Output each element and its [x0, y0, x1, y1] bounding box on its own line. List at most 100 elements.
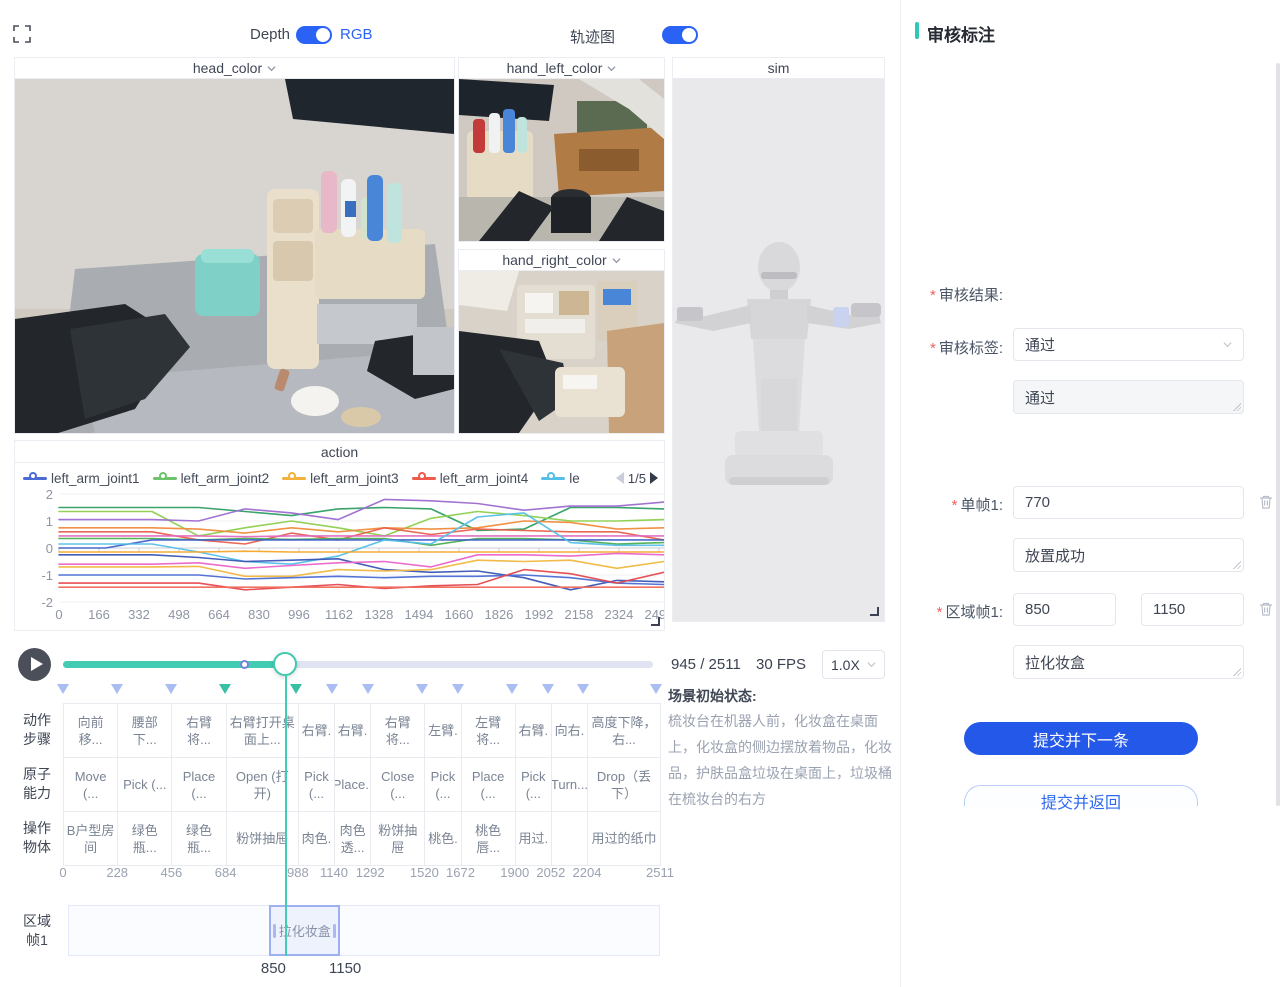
legend-item-left_arm_joint2[interactable]: left_arm_joint2	[153, 471, 270, 486]
scene-initial-state-desc: 梳妆台在机器人前，化妆盒在桌面上，化妆盒的侧边摆放着物品，化妆品，护肤品盒垃圾在…	[668, 708, 898, 812]
legend-marker-icon	[412, 473, 436, 483]
play-button[interactable]	[18, 648, 51, 681]
timeline-cell-object[interactable]: 粉饼抽屉	[226, 811, 299, 866]
timeline-cell-skill[interactable]: Turn...	[551, 757, 588, 812]
timeline-cell-skill[interactable]: Pick (...	[515, 757, 552, 812]
hand-left-camera-selector[interactable]: hand_left_color	[459, 58, 664, 79]
chart-plot-area[interactable]: 210-1-2016633249866483099611621328149416…	[15, 489, 665, 631]
timeline-cell-object[interactable]: 桃色.	[424, 811, 461, 866]
review-tag-select[interactable]: 通过	[1013, 328, 1244, 361]
resize-grip-icon[interactable]	[1233, 561, 1241, 569]
timeline-cell-skill[interactable]: Open (打开)	[226, 757, 299, 812]
segment-marker[interactable]	[452, 684, 464, 694]
playback-slider[interactable]	[63, 661, 653, 668]
timeline-cell-step[interactable]: 高度下降，右...	[587, 703, 661, 758]
timeline-axis-tick: 1672	[446, 865, 475, 880]
submit-back-button[interactable]: 提交并返回	[964, 785, 1198, 806]
single-frame-desc[interactable]: 放置成功	[1013, 538, 1244, 572]
timeline-cell-skill[interactable]: Pick (...	[117, 757, 172, 812]
sim-robot-view	[673, 79, 884, 621]
segment-marker[interactable]	[219, 684, 231, 694]
timeline-cell-skill[interactable]: Place (...	[461, 757, 516, 812]
x-axis-tick: 830	[248, 607, 270, 622]
slider-handle[interactable]	[273, 652, 297, 676]
timeline-cell-step[interactable]: 腰部下...	[117, 703, 172, 758]
region-left-handle[interactable]	[273, 924, 276, 938]
segment-marker[interactable]	[326, 684, 338, 694]
hand-right-camera-image	[459, 271, 664, 433]
timeline-cell-skill[interactable]: Place..	[334, 757, 371, 812]
legend-next-icon[interactable]	[650, 472, 658, 484]
timeline-cell-object[interactable]: B户型房间	[63, 811, 118, 866]
timeline-cell-object[interactable]	[551, 811, 588, 866]
segment-marker[interactable]	[506, 684, 518, 694]
resize-grip-icon[interactable]	[1233, 668, 1241, 676]
timeline-cell-object[interactable]: 粉饼抽屉	[370, 811, 425, 866]
segment-marker[interactable]	[165, 684, 177, 694]
speed-select[interactable]: 1.0X	[822, 650, 885, 679]
timeline-cell-step[interactable]: 左臂将...	[461, 703, 516, 758]
action-chart-title: action	[15, 441, 664, 463]
panel-accent-bar	[915, 22, 919, 39]
review-tag-note[interactable]: 通过	[1013, 380, 1244, 414]
timeline-cell-object[interactable]: 肉色透...	[334, 811, 371, 866]
timeline-cell-skill[interactable]: Pick (...	[298, 757, 335, 812]
timeline-cell-step[interactable]: 右臂.	[334, 703, 371, 758]
timeline-cell-step[interactable]: 向右.	[551, 703, 588, 758]
timeline-cell-object[interactable]: 绿色瓶...	[117, 811, 172, 866]
timeline-cell-object[interactable]: 肉色.	[298, 811, 335, 866]
legend-item-le[interactable]: le	[541, 471, 580, 486]
legend-item-left_arm_joint4[interactable]: left_arm_joint4	[412, 471, 529, 486]
timeline-cell-skill[interactable]: Close (...	[370, 757, 425, 812]
segment-marker[interactable]	[542, 684, 554, 694]
segment-marker[interactable]	[57, 684, 69, 694]
head-camera-selector[interactable]: head_color	[15, 58, 454, 79]
resize-corner-icon[interactable]	[870, 607, 879, 616]
timeline-cell-skill[interactable]: Drop（丢下）	[587, 757, 661, 812]
region-right-handle[interactable]	[333, 924, 336, 938]
legend-label: left_arm_joint3	[310, 471, 399, 486]
timeline-cell-step[interactable]: 向前移...	[63, 703, 118, 758]
timeline-cell-step[interactable]: 右臂.	[298, 703, 335, 758]
region-selection-box[interactable]: 拉化妆盒	[269, 905, 340, 956]
timeline-cell-object[interactable]: 绿色瓶...	[171, 811, 226, 866]
submit-next-button[interactable]: 提交并下一条	[964, 722, 1198, 755]
single-frame-input[interactable]: 770	[1013, 486, 1244, 519]
timeline-cell-object[interactable]: 用过的纸巾	[587, 811, 661, 866]
region-start-input[interactable]: 850	[1013, 593, 1116, 626]
segment-marker[interactable]	[577, 684, 589, 694]
fullscreen-icon[interactable]	[13, 25, 31, 43]
timeline-cell-step[interactable]: 右臂将...	[171, 703, 226, 758]
region-frame-track[interactable]: 拉化妆盒	[68, 905, 660, 956]
timeline-cell-skill[interactable]: Place (...	[171, 757, 226, 812]
timeline-cell-step[interactable]: 右臂.	[515, 703, 552, 758]
timeline-cell-object[interactable]: 用过.	[515, 811, 552, 866]
timeline-cell-step[interactable]: 右臂打开桌面上...	[226, 703, 299, 758]
legend-item-left_arm_joint3[interactable]: left_arm_joint3	[282, 471, 399, 486]
timeline-cell-skill[interactable]: Pick (...	[424, 757, 461, 812]
hand-right-camera-selector[interactable]: hand_right_color	[459, 250, 664, 271]
segment-marker[interactable]	[362, 684, 374, 694]
segment-marker[interactable]	[111, 684, 123, 694]
delete-single-frame-icon[interactable]	[1258, 494, 1274, 510]
segment-marker[interactable]	[416, 684, 428, 694]
single-frame-dot[interactable]	[240, 660, 249, 669]
legend-item-left_arm_joint1[interactable]: left_arm_joint1	[23, 471, 140, 486]
segment-marker[interactable]	[290, 684, 302, 694]
timeline-axis-tick: 0	[59, 865, 66, 880]
timeline-cell-step[interactable]: 左臂.	[424, 703, 461, 758]
region-frame-desc[interactable]: 拉化妆盒	[1013, 645, 1244, 679]
resize-grip-icon[interactable]	[1233, 403, 1241, 411]
trajectory-toggle[interactable]	[662, 26, 698, 44]
panel-scrollbar[interactable]	[1276, 63, 1280, 806]
timeline-cell-object[interactable]: 桃色唇...	[461, 811, 516, 866]
segment-marker[interactable]	[650, 684, 662, 694]
timeline-cell-skill[interactable]: Move (...	[63, 757, 118, 812]
region-end-input[interactable]: 1150	[1141, 593, 1244, 626]
y-axis-tick: 2	[27, 489, 53, 502]
depth-rgb-toggle[interactable]	[296, 26, 332, 44]
delete-region-frame-icon[interactable]	[1258, 601, 1274, 617]
legend-prev-icon[interactable]	[616, 472, 624, 484]
timeline-cell-step[interactable]: 右臂将...	[370, 703, 425, 758]
resize-corner-icon[interactable]	[651, 617, 660, 626]
